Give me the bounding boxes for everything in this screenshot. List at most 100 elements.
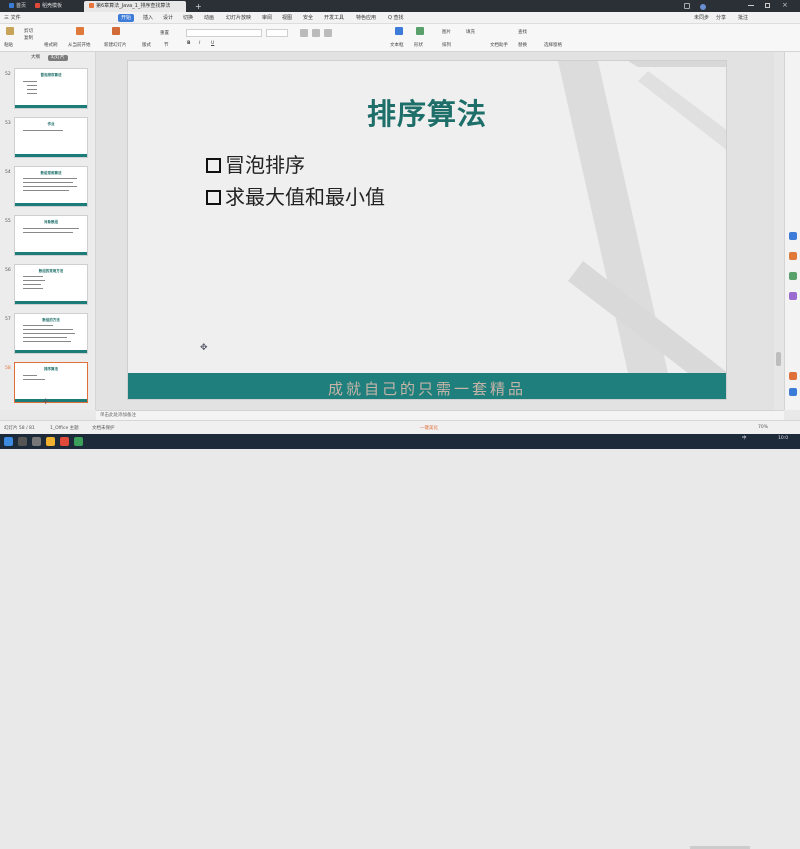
shape-pane-icon[interactable] <box>789 292 797 300</box>
doc-assistant-button[interactable]: 文档助手 <box>490 42 508 48</box>
sync-status[interactable]: 未同步 <box>694 14 709 22</box>
menu-animation[interactable]: 动画 <box>204 14 214 22</box>
slide-thumbnail[interactable]: 对象数组 <box>14 215 88 256</box>
close-icon[interactable]: × <box>782 1 788 9</box>
share-button[interactable]: 分享 <box>716 14 726 22</box>
thumb-number: 55 <box>5 219 11 224</box>
new-tab-button[interactable]: + <box>190 1 207 12</box>
notes-placeholder: 单击此处添加备注 <box>100 413 136 418</box>
menu-insert[interactable]: 插入 <box>143 14 153 22</box>
notes-pane[interactable]: 单击此处添加备注 <box>96 410 784 420</box>
align-right-icon[interactable] <box>324 29 332 37</box>
slide-thumbnail[interactable]: 数组的方法 <box>14 313 88 354</box>
tab-document[interactable]: 第6章算法_Java_1_排序查找算法 <box>84 1 186 12</box>
slide[interactable]: 排序算法 冒泡排序 求最大值和最小值 ✥ 成就自己的只需一套精品 <box>127 60 727 400</box>
slide-footer-text[interactable]: 成就自己的只需一套精品 <box>128 378 726 399</box>
wps-icon[interactable] <box>60 437 69 446</box>
search-button[interactable]: Q 查找 <box>388 14 404 22</box>
browser-icon[interactable] <box>74 437 83 446</box>
paste-label[interactable]: 粘贴 <box>4 42 13 48</box>
menu-review[interactable]: 审阅 <box>262 14 272 22</box>
window-switch-icon[interactable] <box>684 3 690 9</box>
zoom-level[interactable]: 70% <box>758 425 768 430</box>
menu-start[interactable]: 开始 <box>118 14 135 22</box>
task-view-icon[interactable] <box>32 437 41 446</box>
new-slide-icon[interactable] <box>112 27 120 35</box>
file-menu[interactable]: 三 文件 <box>4 14 21 22</box>
paste-icon[interactable] <box>6 27 14 35</box>
shape-button[interactable]: 形状 <box>414 42 423 48</box>
animation-pane-icon[interactable] <box>789 252 797 260</box>
doc-protect-status[interactable]: 文档未保护 <box>92 425 115 431</box>
minimize-icon[interactable] <box>748 5 754 6</box>
thumb-number: 56 <box>5 268 11 273</box>
menu-design[interactable]: 设计 <box>163 14 173 22</box>
file-explorer-icon[interactable] <box>46 437 55 446</box>
start-icon[interactable] <box>4 437 13 446</box>
layout-button[interactable]: 版式 <box>142 42 151 48</box>
avatar[interactable] <box>700 4 706 10</box>
property-icon[interactable] <box>789 232 797 240</box>
from-start-button[interactable]: 从当前开始 <box>68 42 91 48</box>
scrollbar-thumb[interactable] <box>776 352 781 366</box>
slide-thumbnail-selected[interactable]: 排序算法 <box>14 362 88 403</box>
thumb-number: 54 <box>5 170 11 175</box>
font-size-select[interactable] <box>266 29 288 37</box>
bold-button[interactable]: B <box>187 41 190 46</box>
theme-name[interactable]: 1_Office 主题 <box>50 425 79 431</box>
thumb-number: 57 <box>5 317 11 322</box>
underline-button[interactable]: U <box>211 41 214 46</box>
section-button[interactable]: 节 <box>164 42 169 48</box>
replace-button[interactable]: 替换 <box>518 42 527 48</box>
menu-security[interactable]: 安全 <box>303 14 313 22</box>
slide-thumbnail[interactable]: 数组常用算法 <box>14 166 88 207</box>
maximize-icon[interactable] <box>765 3 770 8</box>
arrange-button[interactable]: 排列 <box>442 42 451 48</box>
select-pane-button[interactable]: 选择窗格 <box>544 42 562 48</box>
menu-devtools[interactable]: 开发工具 <box>324 14 344 22</box>
vertical-scrollbar[interactable] <box>774 52 784 410</box>
align-left-icon[interactable] <box>300 29 308 37</box>
textbox-icon[interactable] <box>395 27 403 35</box>
tab-slides[interactable]: 幻灯片 <box>48 55 68 61</box>
slide-thumbnail[interactable]: 冒泡排序算法 <box>14 68 88 109</box>
comment-button[interactable]: 批注 <box>738 14 748 22</box>
new-slide-button[interactable]: 新建幻灯片 <box>104 42 127 48</box>
backup-icon[interactable] <box>789 372 797 380</box>
slide-thumbnail[interactable]: 数组的常用方法 <box>14 264 88 305</box>
play-icon[interactable] <box>76 27 84 35</box>
beautify-button[interactable]: 一键美化 <box>420 425 438 431</box>
textbox-button[interactable]: 文本框 <box>390 42 404 48</box>
menu-slideshow[interactable]: 幻灯片放映 <box>226 14 251 22</box>
align-center-icon[interactable] <box>312 29 320 37</box>
slide-title[interactable]: 排序算法 <box>128 91 726 133</box>
help-icon[interactable] <box>789 388 797 396</box>
menu-transition[interactable]: 切换 <box>183 14 193 22</box>
style-icon[interactable] <box>789 272 797 280</box>
ime-indicator[interactable]: 中 <box>742 436 747 441</box>
cut-button[interactable]: 剪切 <box>24 28 33 34</box>
italic-button[interactable]: I <box>199 41 200 46</box>
find-button[interactable]: 查找 <box>518 29 527 35</box>
slide-thumbnail[interactable]: 作业 <box>14 117 88 158</box>
shape-icon[interactable] <box>416 27 424 35</box>
tab-outline[interactable]: 大纲 <box>28 55 43 61</box>
format-painter-button[interactable]: 格式刷 <box>44 42 58 48</box>
bullet-item[interactable]: 冒泡排序 <box>206 149 305 178</box>
copy-button[interactable]: 复制 <box>24 35 33 41</box>
menu-features[interactable]: 特色应用 <box>356 14 376 22</box>
tab-docer[interactable]: 稻壳模板 <box>30 1 67 12</box>
image-button[interactable]: 图片 <box>442 29 451 35</box>
reset-button[interactable]: 重置 <box>160 30 169 36</box>
bullet-item[interactable]: 求最大值和最小值 <box>206 181 385 210</box>
docer-icon <box>35 3 40 8</box>
add-slide-button[interactable]: + <box>42 397 50 407</box>
ppt-file-icon <box>89 3 94 8</box>
font-family-select[interactable] <box>186 29 262 37</box>
fill-button[interactable]: 填充 <box>466 29 475 35</box>
menu-view[interactable]: 视图 <box>282 14 292 22</box>
search-icon[interactable] <box>18 437 27 446</box>
thumb-number: 58 <box>5 366 11 371</box>
tab-home[interactable]: 首页 <box>4 1 31 12</box>
clock[interactable]: 10:0 <box>778 436 788 441</box>
